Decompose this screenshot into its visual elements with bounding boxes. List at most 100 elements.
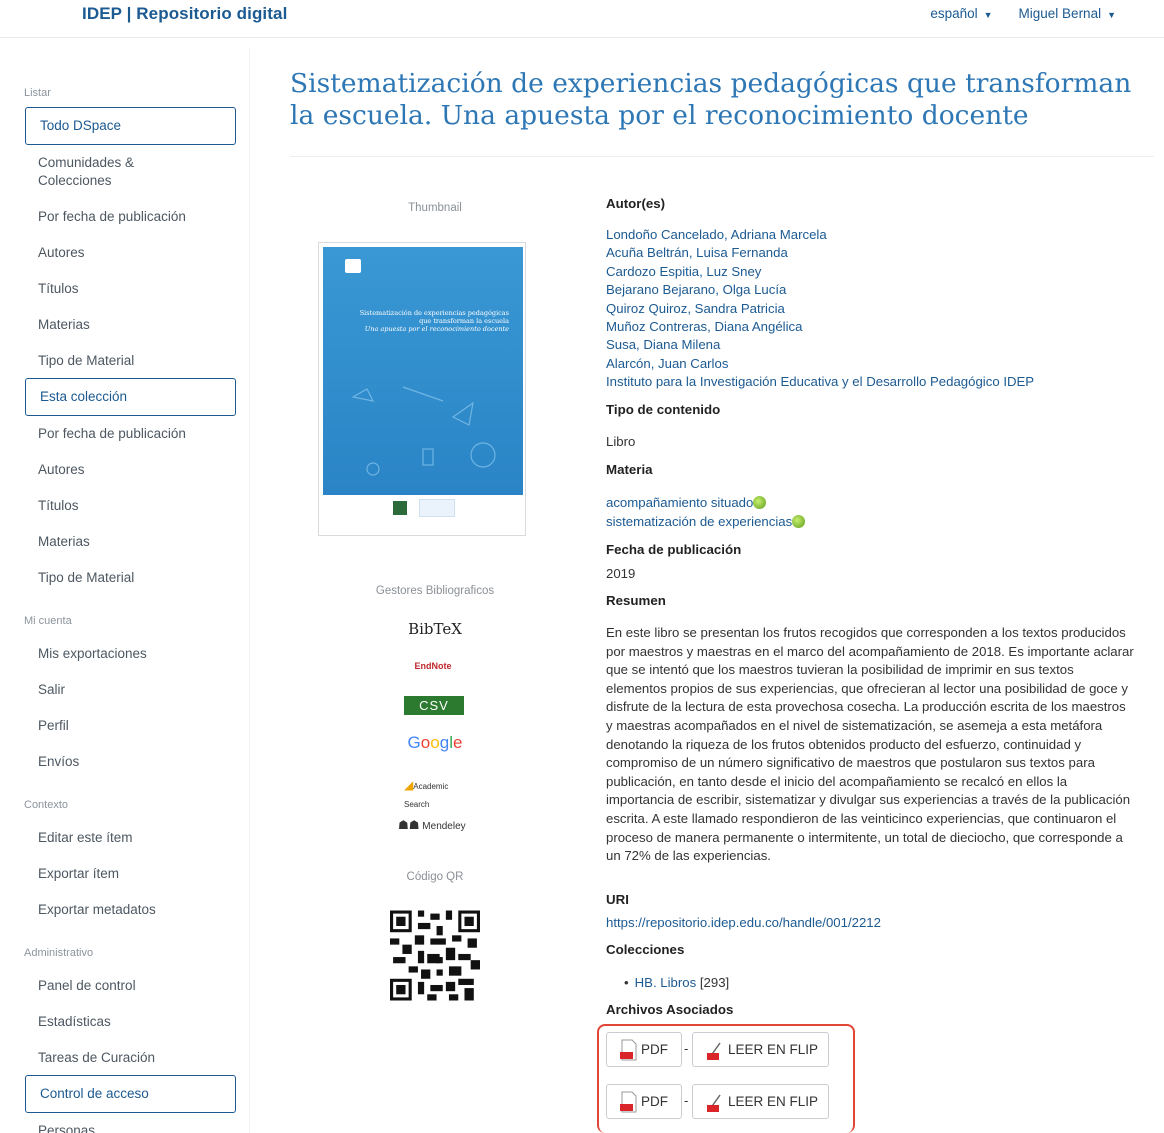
sidebar-item-coleccion-autores[interactable]: Autores [10, 461, 85, 479]
bogota-mejor-logo-icon [419, 499, 455, 517]
csv-link[interactable]: CSV [404, 696, 464, 715]
sidebar-item-todo-dspace[interactable]: Todo DSpace [25, 107, 236, 145]
sidebar-item-editar-item[interactable]: Editar este ítem [10, 829, 133, 847]
tipo-value: Libro [606, 434, 636, 449]
coleccion-count: [293] [699, 975, 730, 990]
pdf-button[interactable]: PDF [606, 1084, 682, 1119]
endnote-link[interactable]: EndNote [398, 661, 468, 673]
sidebar: Listar Todo DSpace Comunidades & Colecci… [10, 48, 250, 1133]
book-cover: Sistematización de experiencias pedagógi… [323, 247, 523, 533]
sidebar-item-exportar-metadatos[interactable]: Exportar metadatos [10, 901, 156, 919]
sidebar-heading-mi-cuenta: Mi cuenta [24, 615, 72, 627]
cover-doodles-icon [351, 386, 496, 476]
pdf-file-icon [620, 1091, 637, 1113]
coleccion-link[interactable]: HB. Libros [635, 975, 697, 990]
title-divider [290, 156, 1154, 157]
pdf-file-icon [620, 1039, 637, 1061]
search-magnifier-icon[interactable] [753, 496, 767, 509]
sidebar-item-autores[interactable]: Autores [10, 244, 85, 262]
fecha-heading: Fecha de publicación [606, 542, 742, 557]
sidebar-heading-contexto: Contexto [24, 799, 69, 811]
sidebar-item-materias[interactable]: Materias [10, 316, 90, 334]
sidebar-item-envios[interactable]: Envíos [10, 753, 79, 771]
author-link[interactable]: Muñoz Contreras, Diana Angélica [606, 318, 1136, 336]
sidebar-item-mis-exportaciones[interactable]: Mis exportaciones [10, 645, 147, 663]
sidebar-item-estadisticas[interactable]: Estadísticas [10, 1013, 111, 1031]
resumen-heading: Resumen [606, 593, 666, 608]
autores-list: Londoño Cancelado, Adriana Marcela Acuña… [606, 226, 1136, 392]
sidebar-heading-listar: Listar [24, 87, 51, 99]
caret-down-icon: ▼ [1107, 10, 1116, 20]
sidebar-item-comunidades[interactable]: Comunidades & Colecciones [10, 154, 210, 190]
tipo-heading: Tipo de contenido [606, 402, 721, 417]
sidebar-item-titulos[interactable]: Títulos [10, 280, 79, 298]
sidebar-item-panel-control[interactable]: Panel de control [10, 977, 136, 995]
uri-link[interactable]: https://repositorio.idep.edu.co/handle/0… [606, 914, 881, 932]
author-link[interactable]: Bejarano Bejarano, Olga Lucía [606, 281, 1136, 299]
sidebar-item-coleccion-titulos[interactable]: Títulos [10, 497, 79, 515]
brand-logo[interactable]: IDEP | Repositorio digital [82, 4, 287, 24]
flip-file-icon [707, 1094, 721, 1112]
author-link[interactable]: Instituto para la Investigación Educativ… [606, 373, 1136, 391]
materia-heading: Materia [606, 462, 653, 477]
leer-en-flip-button[interactable]: LEER EN FLIP [692, 1084, 829, 1119]
sidebar-item-tipo-material[interactable]: Tipo de Material [10, 352, 134, 370]
user-name: Miguel Bernal [1018, 6, 1102, 21]
sidebar-item-exportar-item[interactable]: Exportar ítem [10, 865, 119, 883]
academic-search-link[interactable]: ◢Academic Search [404, 776, 466, 809]
sidebar-item-tareas-curacion[interactable]: Tareas de Curación [10, 1049, 155, 1067]
sidebar-item-salir[interactable]: Salir [10, 681, 65, 699]
search-magnifier-icon[interactable] [792, 515, 806, 529]
thumbnail-label: Thumbnail [408, 202, 462, 214]
sidebar-item-esta-coleccion[interactable]: Esta colección [25, 378, 236, 416]
fecha-value: 2019 [606, 566, 636, 581]
autores-heading: Autor(es) [606, 196, 666, 211]
uri-heading: URI [606, 892, 629, 907]
qr-label: Código QR [406, 871, 464, 883]
coleccion-item: • HB. Libros [293] [624, 974, 729, 992]
sidebar-item-coleccion-fecha[interactable]: Por fecha de publicación [10, 425, 186, 443]
sidebar-heading-administrativo: Administrativo [24, 947, 94, 959]
separator: - [684, 1093, 689, 1108]
sidebar-item-fecha[interactable]: Por fecha de publicación [10, 208, 186, 226]
google-link[interactable]: Google [400, 733, 470, 755]
qr-code-icon [390, 910, 480, 1001]
sidebar-item-personas[interactable]: Personas [10, 1122, 95, 1133]
author-link[interactable]: Alarcón, Juan Carlos [606, 355, 1136, 373]
flip-file-icon [707, 1042, 721, 1060]
sidebar-item-control-acceso[interactable]: Control de acceso [25, 1075, 236, 1113]
academic-search-icon: ◢ [404, 778, 414, 792]
materia-link[interactable]: sistematización de experiencias [606, 514, 792, 529]
author-link[interactable]: Acuña Beltrán, Luisa Fernanda [606, 244, 1136, 262]
pdf-button[interactable]: PDF [606, 1032, 682, 1067]
top-navbar: IDEP | Repositorio digital español ▼ Migu… [0, 0, 1164, 38]
author-link[interactable]: Quiroz Quiroz, Sandra Patricia [606, 300, 1136, 318]
crest-icon [345, 259, 361, 273]
language-label: español [930, 6, 978, 21]
sidebar-item-coleccion-tipo[interactable]: Tipo de Material [10, 569, 134, 587]
sidebar-item-coleccion-materias[interactable]: Materias [10, 533, 90, 551]
page-title: Sistematización de experiencias pedagógi… [290, 68, 1132, 131]
language-dropdown[interactable]: español ▼ [930, 6, 992, 21]
leer-en-flip-button[interactable]: LEER EN FLIP [692, 1032, 829, 1067]
sidebar-item-perfil[interactable]: Perfil [10, 717, 69, 735]
mendeley-link[interactable]: ☗☗ Mendeley [398, 817, 472, 833]
thumbnail-image[interactable]: Sistematización de experiencias pedagógi… [318, 242, 526, 536]
caret-down-icon: ▼ [983, 10, 993, 20]
bogota-logo-icon [393, 501, 407, 515]
gestores-label: Gestores Bibliograficos [375, 585, 495, 597]
separator: - [684, 1041, 689, 1056]
archivos-heading: Archivos Asociados [606, 1002, 734, 1017]
author-link[interactable]: Londoño Cancelado, Adriana Marcela [606, 226, 1136, 244]
user-dropdown[interactable]: Miguel Bernal ▼ [1019, 6, 1116, 21]
cover-title: Sistematización de experiencias pedagógi… [359, 309, 509, 333]
bibtex-link[interactable]: BibTeX [390, 620, 480, 638]
author-link[interactable]: Cardozo Espitia, Luz Sney [606, 263, 1136, 281]
materia-link[interactable]: acompañamiento situado [606, 495, 753, 510]
bullet-icon: • [624, 975, 629, 990]
mendeley-icon: ☗☗ [398, 818, 420, 832]
materia-list: acompañamiento situado sistematización d… [606, 493, 1006, 532]
colecciones-heading: Colecciones [606, 942, 685, 957]
author-link[interactable]: Susa, Diana Milena [606, 336, 1136, 354]
resumen-text: En este libro se presentan los frutos re… [606, 625, 1134, 864]
